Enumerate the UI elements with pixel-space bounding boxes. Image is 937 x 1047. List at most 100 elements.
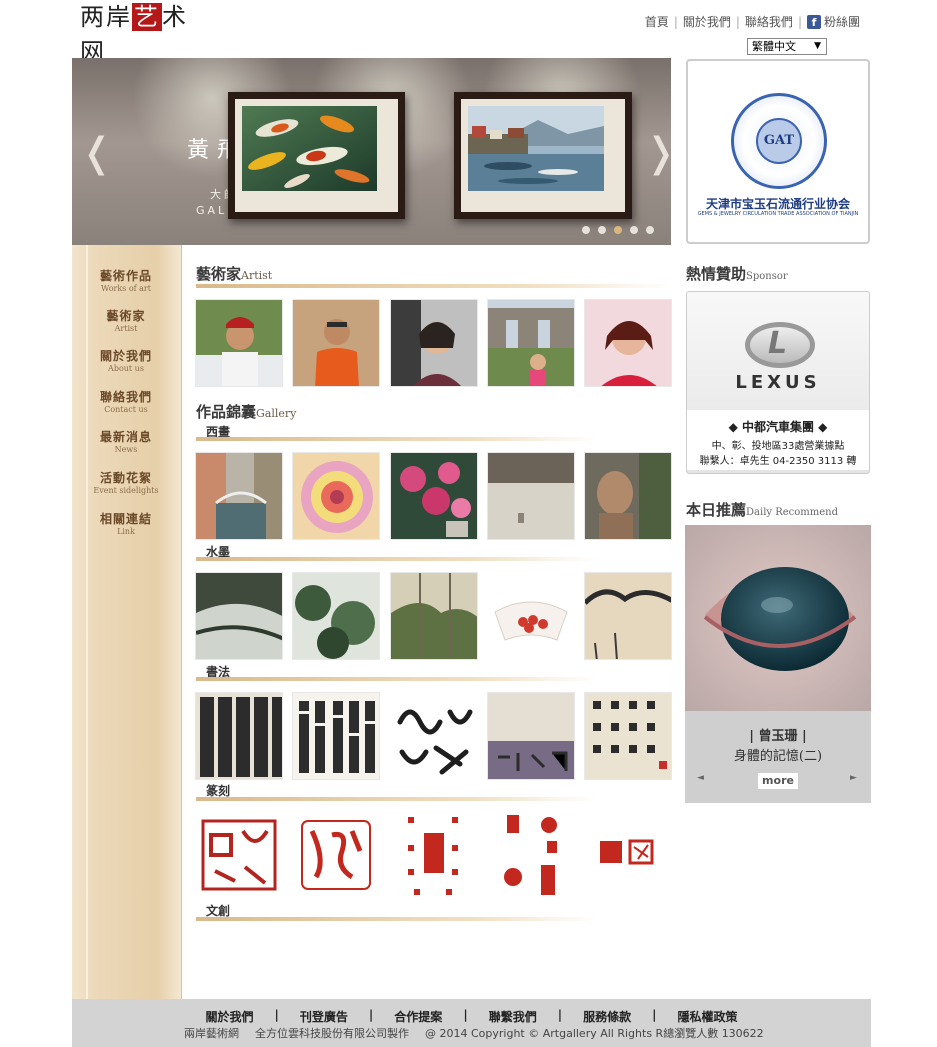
menu-item-label: 藝術作品 [99,269,152,283]
artist-thumb[interactable] [487,299,575,387]
artwork-image [584,811,672,899]
more-button[interactable]: more [758,773,798,789]
gallery-section-title-zh: 作品錦囊 [196,403,257,421]
artist-thumb[interactable] [292,299,380,387]
artwork-thumb[interactable] [487,692,575,780]
menu-item-artist[interactable]: 藝術家 Artist [86,307,166,333]
recommend-work-title[interactable]: 身體的記憶(二) [685,745,871,764]
menu-item-contact[interactable]: 聯絡我們 Contact us [86,388,166,414]
page-footer: 關於我們 | 刊登廣告 | 合作提案 | 聯繫我們 | 服務條款 | 隱私權政策… [72,999,871,1047]
prev-arrow-icon[interactable]: ◄ [697,773,704,783]
footer-link-about[interactable]: 關於我們 [206,1008,254,1025]
artwork-thumb[interactable] [292,452,380,540]
menu-item-works[interactable]: 藝術作品 Works of art [86,267,166,293]
footer-link-proposal[interactable]: 合作提案 [394,1008,442,1025]
banner-painting-koi[interactable] [228,92,405,219]
footer-link-advertise[interactable]: 刊登廣告 [300,1008,348,1025]
artwork-thumb[interactable] [584,692,672,780]
artist-photo [391,300,477,386]
banner-dot-active[interactable] [614,226,622,234]
lexus-sponsor-ad[interactable]: L LEXUS ◆ 中都汽車集團 ◆ 中、彰、投地區33處營業據點 聯繫人：卓先… [686,291,870,474]
artwork-thumb[interactable] [487,572,575,660]
artist-photo [585,300,671,386]
footer-separator: | [652,1008,657,1022]
menu-item-label: 藝術家 [106,309,146,323]
daily-recommend-card: | 曾玉珊 | 身體的記憶(二) ◄ more ► [685,525,871,803]
category-divider [196,677,596,681]
recommend-artist-name[interactable]: | 曾玉珊 | [685,725,871,744]
banner-next-arrow[interactable]: ❭ [644,130,671,176]
nav-separator: | [797,14,802,29]
gallery-section-title-en: Gallery [256,407,297,420]
footer-separator: | [368,1008,374,1022]
artwork-thumb[interactable] [292,572,380,660]
nav-separator: | [673,14,678,29]
facebook-icon[interactable]: f [806,14,821,29]
menu-item-news[interactable]: 最新消息 News [86,428,166,454]
artwork-thumb[interactable] [487,452,575,540]
artist-thumb[interactable] [195,299,283,387]
banner-painting-harbour[interactable] [454,92,632,219]
artist-thumb[interactable] [390,299,478,387]
section-divider [196,284,671,288]
artwork-thumb[interactable] [195,452,283,540]
banner-dot[interactable] [630,226,638,234]
banner-dot[interactable] [598,226,606,234]
artwork-image [488,693,574,779]
artwork-thumb[interactable] [584,572,672,660]
artist-thumb[interactable] [584,299,672,387]
nav-contact-link[interactable]: 聯絡我們 [745,13,793,30]
artwork-thumb[interactable] [292,692,380,780]
menu-item-label: 聯絡我們 [99,390,152,404]
banner-prev-arrow[interactable]: ❬ [80,130,114,176]
artwork-thumb[interactable] [584,811,672,899]
banner-dot[interactable] [582,226,590,234]
sponsor-section-title: 熱情贊助Sponsor [686,263,788,284]
artwork-thumb[interactable] [390,811,478,899]
artwork-image [585,693,671,779]
nav-home-link[interactable]: 首頁 [645,13,669,30]
hero-banner[interactable]: ❬ ❭ 黃飛 大師藝廊 GALLERY [72,58,671,245]
footer-link-terms[interactable]: 服務條款 [583,1008,631,1025]
category-divider [196,797,596,801]
artwork-image [391,453,477,539]
recommend-artwork[interactable] [685,525,871,711]
next-arrow-icon[interactable]: ► [850,773,857,783]
artwork-thumb[interactable] [390,692,478,780]
nav-fanpage-link[interactable]: 粉絲團 [824,13,860,30]
lexus-brand: LEXUS [735,372,821,393]
language-select[interactable]: 繁體中文 ▼ [747,38,827,55]
footer-maker: 全方位雲科技股份有限公司製作 [255,1027,409,1040]
artwork-thumb[interactable] [487,811,575,899]
artwork-thumb[interactable] [390,572,478,660]
category-divider [196,437,596,441]
artwork-thumb[interactable] [390,452,478,540]
association-badge[interactable]: GAT 天津市宝玉石流通行业协会 GEMS & JEWELRY CIRCULAT… [686,59,870,244]
menu-item-events[interactable]: 活動花絮 Event sidelights [86,469,166,495]
site-logo[interactable]: 两岸艺术网 [80,3,210,66]
footer-separator: | [557,1008,563,1022]
banner-dot[interactable] [646,226,654,234]
nav-separator: | [735,14,740,29]
artist-photo [196,300,282,386]
association-emblem: GAT [731,93,827,189]
lexus-address: 中、彰、投地區33處營業據點 [711,441,845,452]
banner-pagination [582,226,654,234]
gallery-section-title: 作品錦囊Gallery [196,401,296,422]
artwork-image [195,811,283,899]
artwork-thumb[interactable] [292,811,380,899]
footer-separator: | [463,1008,468,1022]
menu-item-sublabel: Artist [114,324,138,333]
logo-text: 两岸艺术网 [80,3,188,66]
recommend-artwork-image [685,525,871,711]
menu-item-about[interactable]: 關於我們 About us [86,347,166,373]
footer-link-privacy[interactable]: 隱私權政策 [677,1008,737,1025]
artwork-thumb[interactable] [195,811,283,899]
footer-link-contact[interactable]: 聯繫我們 [489,1008,537,1025]
artwork-thumb[interactable] [195,692,283,780]
artwork-thumb[interactable] [584,452,672,540]
nav-about-link[interactable]: 關於我們 [683,13,731,30]
menu-item-links[interactable]: 相關連結 Link [86,510,166,536]
artwork-thumb[interactable] [195,572,283,660]
menu-item-label: 最新消息 [99,430,152,444]
